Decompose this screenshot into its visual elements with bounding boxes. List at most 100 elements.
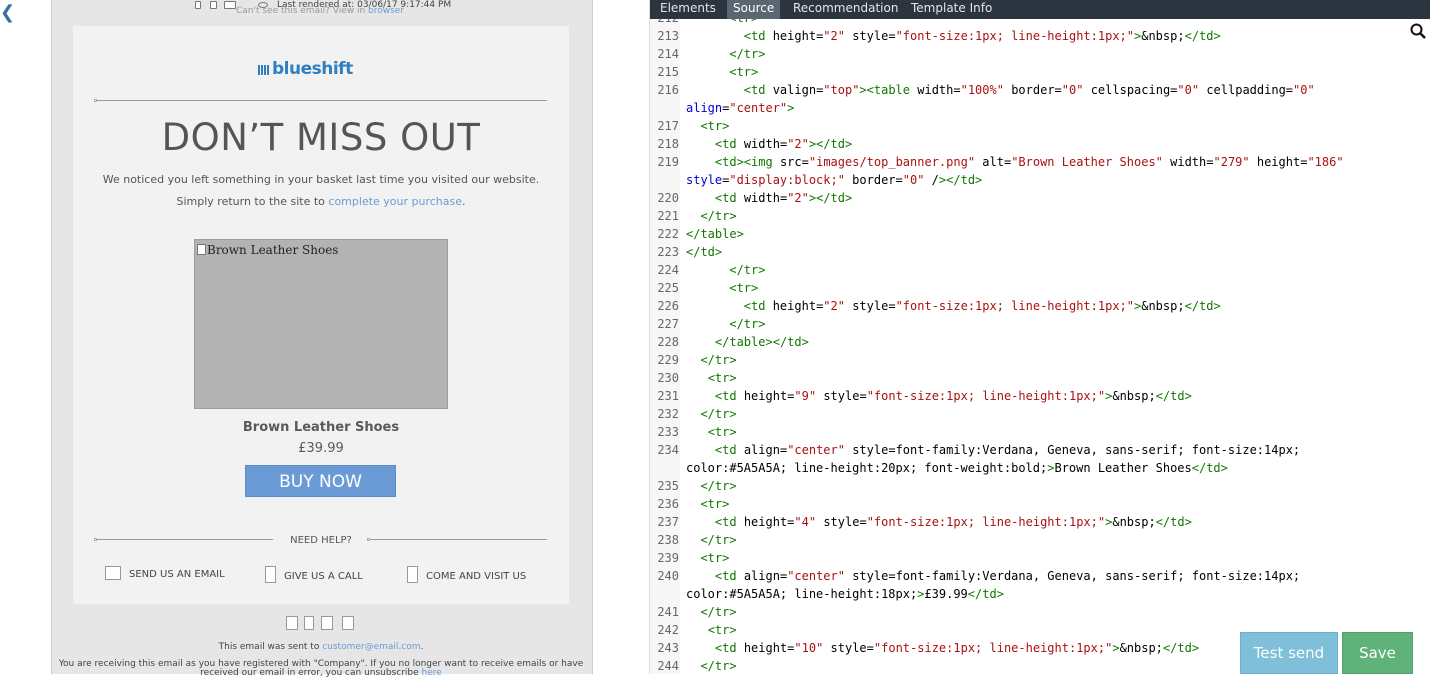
code-text: </tr> [729,47,766,61]
code-line[interactable]: 238 </tr> [650,531,737,549]
mobile-icon[interactable] [195,1,201,9]
line-number: 219 [657,155,679,169]
code-line[interactable]: 226 <td height="2" style="font-size:1px;… [650,297,1220,315]
code-line[interactable]: 217 <tr> [650,117,729,135]
code-line[interactable]: 237 <td height="4" style="font-size:1px;… [650,513,1192,531]
search-icon[interactable] [1410,23,1426,39]
email-icon [105,566,121,580]
tab-elements[interactable]: Elements [654,0,722,19]
email-body: blueshift DON’T MISS OUT We noticed you … [73,26,569,604]
tab-recommendation[interactable]: Recommendation [787,0,904,19]
code-text: </tr> [729,317,766,331]
footer-registered-text: You are receiving this email as you have… [58,659,584,678]
code-text: <td><img src="images/top_banner.png" alt… [714,155,1344,169]
source-code-area[interactable]: 212 <tr>213 <td height="2" style="font-s… [650,19,1430,674]
line-number: 213 [657,29,679,43]
body-line-2: Simply return to the site to complete yo… [73,195,569,208]
unsubscribe-link[interactable]: here [422,668,442,678]
code-line[interactable]: 241 </tr> [650,603,736,621]
code-line[interactable]: 214 </tr> [650,45,766,63]
location-icon [407,566,418,583]
blueshift-logo: blueshift [258,59,353,79]
code-line[interactable]: 231 <td height="9" style="font-size:1px;… [650,387,1192,405]
contact-visit-label: COME AND VISIT US [426,571,527,582]
tab-source[interactable]: Source [727,0,781,19]
code-line[interactable]: 212 <tr> [650,19,758,27]
facebook-icon[interactable] [286,616,298,630]
code-line[interactable]: 240 <td align="center" style=font-family… [650,567,1300,585]
code-line[interactable]: 213 <td height="2" style="font-size:1px;… [650,27,1220,45]
code-line[interactable]: 232 </tr> [650,405,736,423]
tablet-icon[interactable] [210,1,217,9]
code-line[interactable]: 223 </td> [650,243,722,261]
code-text: <tr> [729,65,759,79]
code-line[interactable]: 234 <td align="center" style=font-family… [650,441,1300,459]
code-line[interactable]: 219 <td><img src="images/top_banner.png"… [650,153,1344,171]
code-line[interactable]: 222 </table> [650,225,744,243]
code-line[interactable]: 228 </table></td> [650,333,809,351]
line-number: 242 [657,623,679,637]
line-number: 223 [657,245,679,259]
code-text: <td align="center" style=font-family:Ver… [714,569,1301,583]
code-line[interactable]: 215 <tr> [650,63,758,81]
line-number: 241 [657,605,679,619]
cant-see-label: Can't see this email? View in [236,6,366,16]
code-text: </tr> [700,209,737,223]
twitter-icon[interactable] [304,616,314,630]
code-text: </tr> [700,533,737,547]
code-line[interactable]: 221 </tr> [650,207,737,225]
phone-icon [265,566,276,583]
logo-bars-icon [258,65,270,75]
footer-email-link[interactable]: customer@email.com [322,642,420,652]
code-line[interactable]: color:#5A5A5A; line-height:18px;>£39.99<… [650,585,1004,603]
code-line[interactable]: 236 <tr> [650,495,729,513]
desktop-icon[interactable] [224,1,236,9]
code-text: </td> [686,245,723,259]
contact-call[interactable]: GIVE US A CALL [265,566,363,583]
code-line[interactable]: color:#5A5A5A; line-height:20px; font-we… [650,459,1228,477]
code-line[interactable]: 233 <tr> [650,423,736,441]
complete-purchase-link[interactable]: complete your purchase [328,195,462,208]
code-line[interactable]: 230 <tr> [650,369,736,387]
save-button[interactable]: Save [1342,632,1413,674]
code-line[interactable]: 227 </tr> [650,315,766,333]
buy-now-button[interactable]: BUY NOW [245,465,396,497]
code-line[interactable]: 242 <tr> [650,621,736,639]
product-image[interactable]: Brown Leather Shoes [194,239,448,409]
youtube-icon[interactable] [342,616,354,630]
contact-email[interactable]: SEND US AN EMAIL [105,566,225,580]
line-number: 218 [657,137,679,151]
product-image-alt-text: Brown Leather Shoes [207,243,339,257]
tab-template-info[interactable]: Template Info [905,0,998,19]
code-line[interactable]: 243 <td height="10" style="font-size:1px… [650,639,1199,657]
code-text: <td height="9" style="font-size:1px; lin… [714,389,1192,403]
line-number: 237 [657,515,679,529]
line-number: 212 [650,19,686,27]
line-number: 228 [657,335,679,349]
code-line[interactable]: 216 <td valign="top"><table width="100%"… [650,81,1314,99]
view-in-browser-link[interactable]: browser [368,6,404,16]
view-in-browser-text: Can't see this email? View in browser [236,6,404,16]
code-text: <td width="2"></td> [714,137,853,151]
product-image-alt: Brown Leather Shoes [197,243,338,257]
code-line[interactable]: 235 </tr> [650,477,736,495]
back-icon[interactable]: ❮ [0,4,15,22]
code-line[interactable]: 244 </tr> [650,657,736,674]
code-line[interactable]: 220 <td width="2"></td> [650,189,852,207]
line-number: 222 [657,227,679,241]
line-number: 225 [657,281,679,295]
code-line[interactable]: 218 <td width="2"></td> [650,135,852,153]
logo-text: blueshift [272,59,353,79]
contact-visit[interactable]: COME AND VISIT US [407,566,526,583]
code-text: color:#5A5A5A; line-height:18px;>£39.99<… [686,587,1004,601]
body-line-2-text: Simply return to the site to [176,195,329,208]
instagram-icon[interactable] [321,616,333,630]
code-line[interactable]: 225 <tr> [650,279,758,297]
code-line[interactable]: style="display:block;" border="0" /></td… [650,171,982,189]
code-line[interactable]: 229 </tr> [650,351,736,369]
code-line[interactable]: 224 </tr> [650,261,765,279]
code-text: align="center"> [686,101,795,115]
code-line[interactable]: 239 <tr> [650,549,729,567]
test-send-button[interactable]: Test send [1240,632,1338,674]
code-line[interactable]: align="center"> [650,99,794,117]
